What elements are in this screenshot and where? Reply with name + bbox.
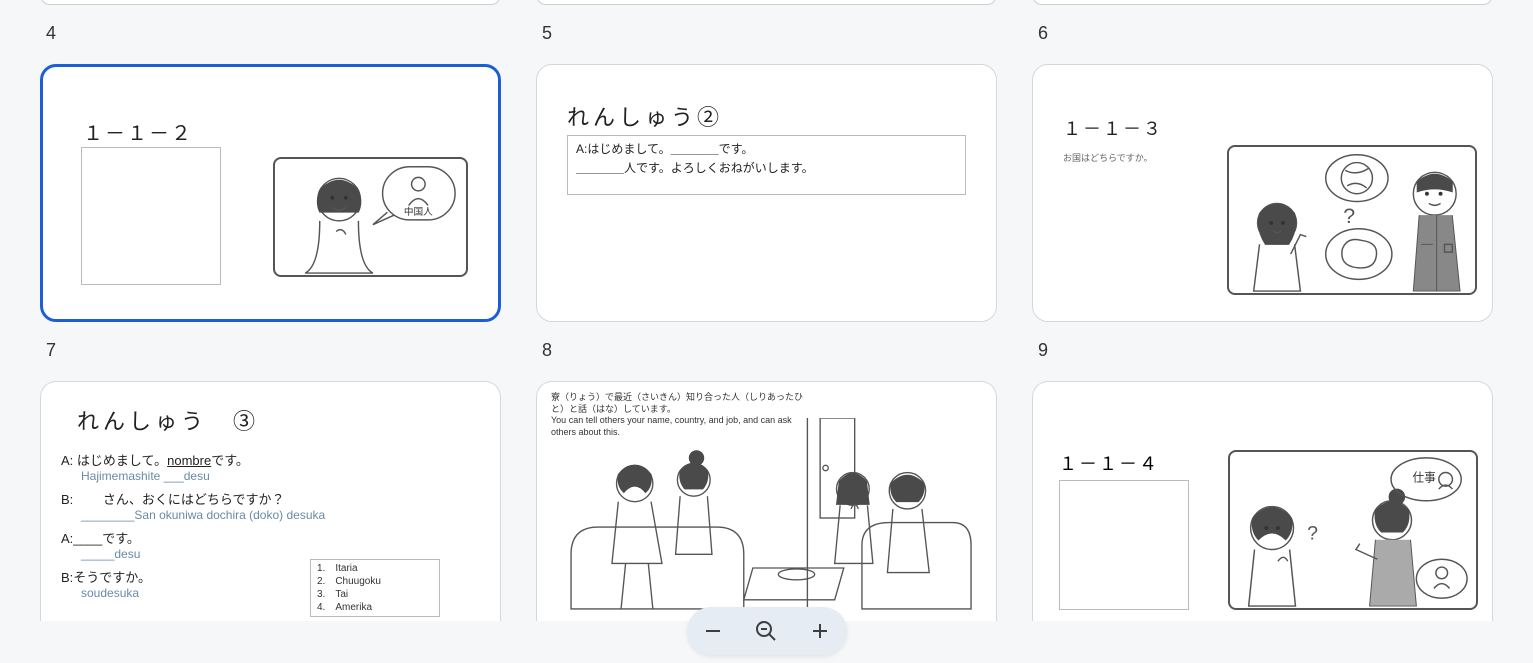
slide-number-6: 6 [1032,5,1493,54]
slide-9-subtext: お国はどちらですか。 [1063,151,1153,164]
slide-10-title: れんしゅう ③ [61,404,480,436]
slide-number-8: 8 [536,322,997,371]
slide-9-illustration: ? [1227,145,1477,295]
slide-7-thumbnail[interactable]: １－１－２ 中国人 [40,64,501,322]
svg-text:仕事: 仕事 [1412,471,1436,484]
slide-12-placeholder [1059,480,1189,610]
zoom-reset-button[interactable] [750,615,782,647]
svg-text:?: ? [1343,204,1355,228]
slide-number-5: 5 [536,5,997,54]
slide-9-header: １－１－３ [1063,115,1163,141]
slide-10-a1-romaji: Hajimemashite ___desu [81,469,480,483]
slide-10-thumbnail[interactable]: れんしゅう ③ A: はじめまして。nombreです。 Hajimemashit… [40,381,501,621]
slide-11-illustration [537,418,996,618]
slide-12-header: １－１－４ [1059,450,1159,476]
slide-8-line2: ＿＿＿＿人です。よろしくおねがいします。 [576,159,957,178]
slide-5-thumbnail[interactable] [536,0,997,5]
slide-number-7: 7 [40,322,501,371]
slide-7-illustration: 中国人 [273,157,468,277]
zoom-toolbar [687,607,847,655]
slide-12-illustration: ? 仕事 [1228,450,1478,610]
slide-6-thumbnail[interactable] [1032,0,1493,5]
slide-8-textbox: A:はじめまして。＿＿＿＿です。 ＿＿＿＿人です。よろしくおねがいします。 [567,135,966,195]
slide-number-4: 4 [40,5,501,54]
slide-7-bubble-text: 中国人 [404,206,433,218]
zoom-in-button[interactable] [804,615,836,647]
slide-4-thumbnail[interactable] [40,0,501,5]
slide-7-header: １－１－２ [83,117,193,146]
slide-8-title: れんしゅう② [567,100,723,132]
slide-10-options: 1. Itaria 2. Chuugoku 3. Tai 4. Amerika [310,559,440,617]
slide-10-b1: B: さん、おくにはどちらですか？ [61,489,480,508]
slide-8-thumbnail[interactable]: れんしゅう② A:はじめまして。＿＿＿＿です。 ＿＿＿＿人です。よろしくおねがい… [536,64,997,322]
svg-text:?: ? [1307,523,1318,545]
zoom-out-button[interactable] [697,615,729,647]
slide-10-b1-romaji: ________San okuniwa dochira (doko) desuk… [81,508,480,522]
slide-8-line1: A:はじめまして。＿＿＿＿です。 [576,140,957,159]
slide-number-9: 9 [1032,322,1493,371]
slide-10-a1: A: はじめまして。nombreです。 [61,450,480,469]
slide-9-thumbnail[interactable]: １－１－３ お国はどちらですか。 ? [1032,64,1493,322]
slide-12-thumbnail[interactable]: １－１－４ ? [1032,381,1493,621]
slide-7-placeholder [81,147,221,285]
slide-11-thumbnail[interactable]: 寮（りょう）で最近（さいきん）知り合った人（しりあったひと）と話（はな）していま… [536,381,997,621]
slide-10-a2: A:____です。 [61,528,480,547]
